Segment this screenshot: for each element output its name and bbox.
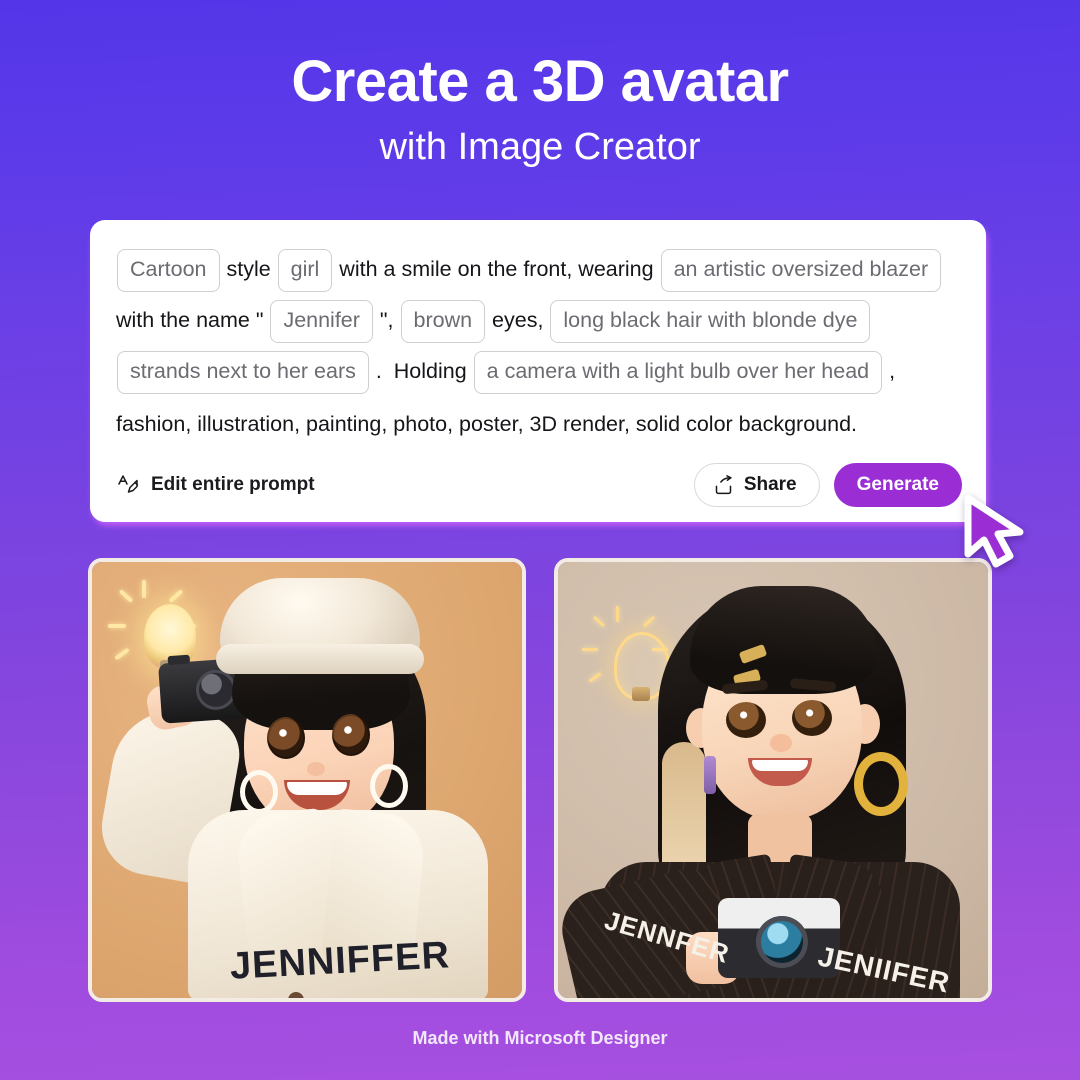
avatar-2-eye-left xyxy=(726,702,766,738)
prompt-tag-eye-color[interactable]: brown xyxy=(400,299,486,344)
header: Create a 3D avatar with Image Creator xyxy=(0,49,1080,169)
poster-canvas: Create a 3D avatar with Image Creator Ca… xyxy=(0,0,1080,1080)
avatar-2-nose xyxy=(770,734,792,752)
prompt-static-style: style xyxy=(220,257,277,281)
page-title: Create a 3D avatar xyxy=(291,49,789,114)
avatar-1-eye-left xyxy=(267,717,305,759)
prompt-tag-outfit[interactable]: an artistic oversized blazer xyxy=(660,248,942,293)
prompt-tag-name[interactable]: Jennifer xyxy=(270,299,373,344)
prompt-tag-hair[interactable]: long black hair with blonde dye xyxy=(550,299,871,344)
result-1-artwork: JENNIFFER xyxy=(92,562,522,998)
primary-actions: Share Generate xyxy=(693,463,962,507)
page-subtitle: with Image Creator xyxy=(379,125,701,168)
avatar-2-earring-left xyxy=(704,756,716,794)
avatar-1-nose xyxy=(307,762,325,776)
prompt-static-smile: with a smile on the front, wearing xyxy=(333,257,660,281)
prompt-static-eyes: eyes, xyxy=(486,308,550,332)
prompt-static-holding: Holding xyxy=(393,359,473,383)
prompt-static-period: . xyxy=(369,359,394,383)
prompt-line-4: fashion, illustration, painting, photo, … xyxy=(116,412,858,436)
generate-button[interactable]: Generate xyxy=(833,463,962,507)
prompt-card-actions: Edit entire prompt Share Generate xyxy=(90,448,986,522)
generated-results: JENNIFFER JENNFER JENIIFER xyxy=(88,558,992,1002)
share-label: Share xyxy=(743,474,797,495)
avatar-1-earring-right xyxy=(370,764,408,808)
prompt-static-with-name: with the name " xyxy=(116,308,270,332)
prompt-line-2: with the name " Jennifer ", brown eyes, … xyxy=(116,295,960,346)
prompt-tag-holding[interactable]: a camera with a light bulb over her head xyxy=(473,350,883,395)
footer-attribution: Made with Microsoft Designer xyxy=(412,1028,668,1048)
prompt-tag-strands[interactable]: strands next to her ears xyxy=(117,350,369,395)
prompt-card: Cartoon style girl with a smile on the f… xyxy=(90,220,986,522)
edit-entire-prompt-button[interactable]: Edit entire prompt xyxy=(116,473,315,497)
prompt-text[interactable]: Cartoon style girl with a smile on the f… xyxy=(116,244,960,450)
prompt-line-3: strands next to her ears . Holding a cam… xyxy=(116,346,960,397)
avatar-1-earring-left xyxy=(240,770,278,814)
share-button[interactable]: Share xyxy=(693,463,820,507)
avatar-1-beret-brim xyxy=(216,644,424,674)
result-image-1[interactable]: JENNIFFER xyxy=(88,558,526,1002)
avatar-2-eye-right xyxy=(792,700,832,736)
avatar-2-earring-right xyxy=(854,752,908,816)
result-2-artwork: JENNFER JENIIFER xyxy=(558,562,988,998)
prompt-tag-subject[interactable]: girl xyxy=(277,248,333,293)
avatar-2-fringe xyxy=(690,586,878,694)
prompt-static-trailing-comma: , xyxy=(883,359,896,383)
mouse-pointer-icon xyxy=(958,492,1032,570)
result-image-2[interactable]: JENNFER JENIIFER xyxy=(554,558,992,1002)
avatar-1-eye-right xyxy=(332,714,370,756)
prompt-static-quote-comma: ", xyxy=(373,308,400,332)
edit-prompt-icon xyxy=(116,473,140,497)
prompt-tag-style[interactable]: Cartoon xyxy=(117,248,220,293)
share-icon xyxy=(713,474,734,496)
prompt-line-1: Cartoon style girl with a smile on the f… xyxy=(116,244,960,295)
edit-entire-prompt-label: Edit entire prompt xyxy=(151,474,315,495)
